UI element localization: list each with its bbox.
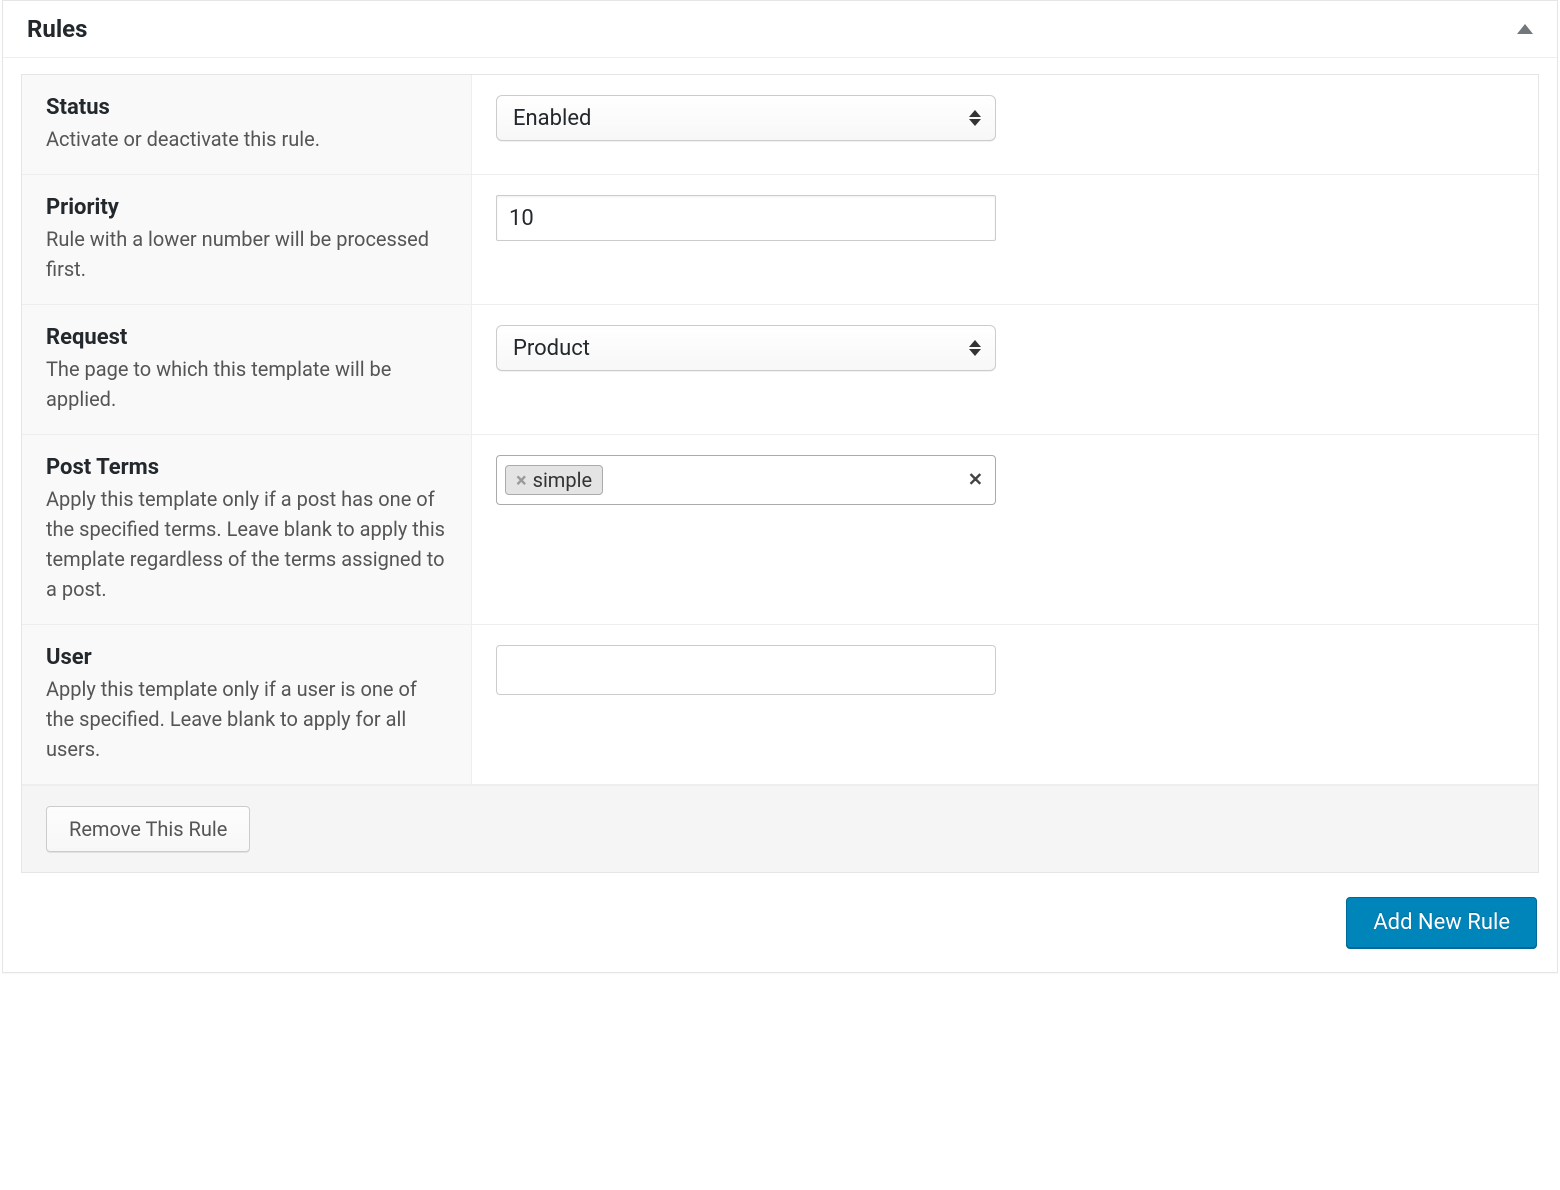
input-cell: Enabled	[472, 75, 1538, 174]
status-select[interactable]: Enabled	[496, 95, 996, 141]
rule-block: Status Activate or deactivate this rule.…	[21, 74, 1539, 873]
clear-icon[interactable]: ✕	[968, 470, 983, 491]
chevron-updown-icon	[969, 110, 981, 126]
label-cell: Status Activate or deactivate this rule.	[22, 75, 472, 174]
post-terms-label: Post Terms	[46, 455, 447, 480]
priority-desc: Rule with a lower number will be process…	[46, 224, 447, 284]
row-post-terms: Post Terms Apply this template only if a…	[22, 435, 1538, 625]
post-terms-input[interactable]: × simple ✕	[496, 455, 996, 505]
row-priority: Priority Rule with a lower number will b…	[22, 175, 1538, 305]
tag-simple: × simple	[505, 465, 603, 495]
user-input[interactable]	[496, 645, 996, 695]
panel-toggle-icon[interactable]	[1517, 24, 1533, 34]
label-cell: Priority Rule with a lower number will b…	[22, 175, 472, 304]
label-cell: Request The page to which this template …	[22, 305, 472, 434]
row-status: Status Activate or deactivate this rule.…	[22, 75, 1538, 175]
input-cell: × simple ✕	[472, 435, 1538, 624]
panel-body: Status Activate or deactivate this rule.…	[3, 58, 1557, 972]
row-user: User Apply this template only if a user …	[22, 625, 1538, 785]
add-button-row: Add New Rule	[21, 897, 1539, 948]
tag-text: simple	[533, 468, 592, 492]
input-cell: Product	[472, 305, 1538, 434]
row-request: Request The page to which this template …	[22, 305, 1538, 435]
request-select-value: Product	[513, 336, 590, 361]
priority-label: Priority	[46, 195, 447, 220]
status-select-value: Enabled	[513, 106, 591, 131]
request-select[interactable]: Product	[496, 325, 996, 371]
input-cell: 10	[472, 175, 1538, 304]
label-cell: User Apply this template only if a user …	[22, 625, 472, 784]
input-cell	[472, 625, 1538, 784]
rules-panel: Rules Status Activate or deactivate this…	[2, 0, 1558, 973]
rule-footer: Remove This Rule	[22, 785, 1538, 872]
request-desc: The page to which this template will be …	[46, 354, 447, 414]
priority-input[interactable]: 10	[496, 195, 996, 241]
user-desc: Apply this template only if a user is on…	[46, 674, 447, 764]
status-label: Status	[46, 95, 447, 120]
label-cell: Post Terms Apply this template only if a…	[22, 435, 472, 624]
request-label: Request	[46, 325, 447, 350]
remove-rule-button[interactable]: Remove This Rule	[46, 806, 250, 852]
panel-header: Rules	[3, 1, 1557, 58]
priority-value: 10	[509, 206, 534, 231]
add-new-rule-button[interactable]: Add New Rule	[1346, 897, 1537, 948]
tag-remove-icon[interactable]: ×	[516, 468, 527, 492]
status-desc: Activate or deactivate this rule.	[46, 124, 447, 154]
chevron-updown-icon	[969, 340, 981, 356]
panel-title: Rules	[27, 15, 87, 43]
user-label: User	[46, 645, 447, 670]
post-terms-desc: Apply this template only if a post has o…	[46, 484, 447, 604]
